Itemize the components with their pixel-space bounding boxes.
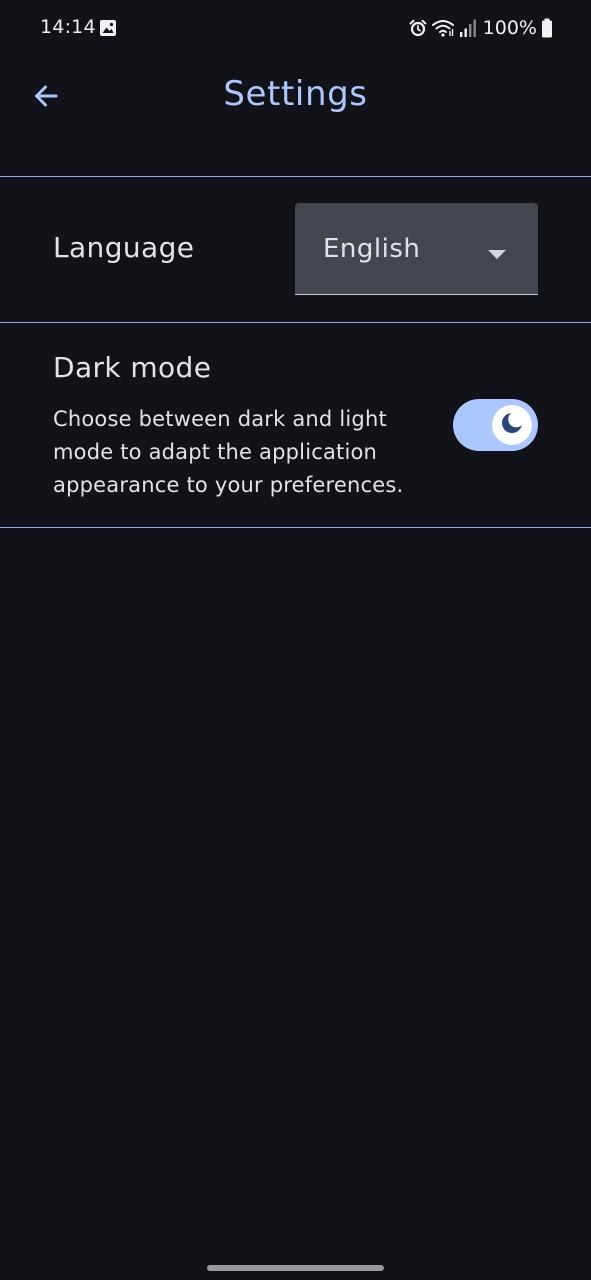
gallery-icon <box>99 19 117 37</box>
battery-icon <box>541 18 553 38</box>
status-bar: 14:14 100% <box>0 0 591 56</box>
alarm-icon <box>409 19 427 37</box>
language-selected-value: English <box>323 234 421 264</box>
toggle-thumb <box>492 405 532 445</box>
arrow-drop-down-icon <box>488 245 506 259</box>
wifi-icon <box>431 18 455 38</box>
dark-mode-description: Choose between dark and light mode to ad… <box>53 407 404 497</box>
dark-mode-toggle[interactable] <box>453 399 538 451</box>
signal-icon <box>459 18 477 38</box>
dark-mode-title: Dark mode <box>53 351 212 384</box>
status-icons: 100% <box>409 15 553 41</box>
top-app-bar: Settings <box>0 56 591 140</box>
status-time: 14:14 <box>40 16 96 38</box>
battery-percent: 100% <box>482 17 537 39</box>
language-label: Language <box>53 231 195 264</box>
moon-icon <box>500 411 525 439</box>
page-title: Settings <box>223 74 368 114</box>
divider <box>0 527 591 528</box>
language-dropdown[interactable]: English <box>295 203 538 295</box>
gesture-nav-handle[interactable] <box>207 1265 384 1271</box>
divider <box>0 176 591 177</box>
divider <box>0 322 591 323</box>
